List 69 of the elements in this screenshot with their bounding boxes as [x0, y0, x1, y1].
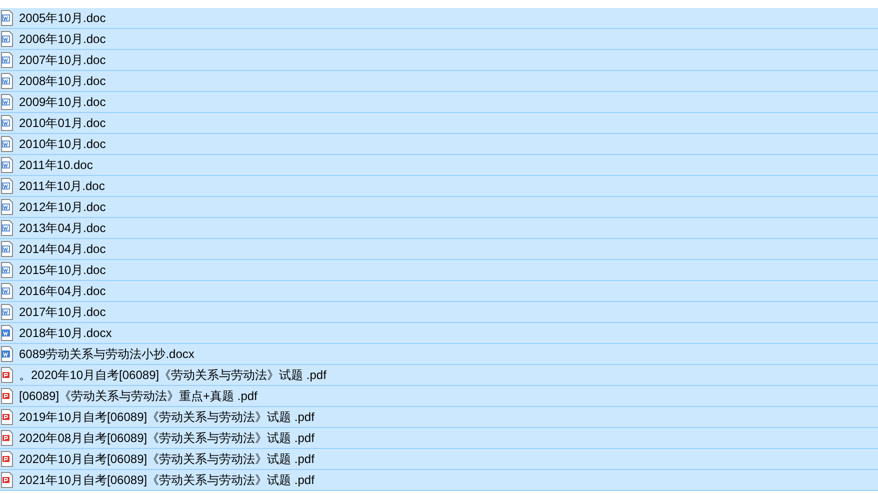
- pdf-document-icon: [1, 472, 13, 488]
- file-row[interactable]: 2011年10.doc: [0, 155, 878, 176]
- word-document-icon: [1, 199, 13, 215]
- file-name: 2020年08月自考[06089]《劳动关系与劳动法》试题 .pdf: [19, 430, 314, 446]
- file-name: 2010年01月.doc: [19, 114, 106, 132]
- file-name: 2021年10月自考[06089]《劳动关系与劳动法》试题 .pdf: [19, 472, 314, 488]
- word-document-icon: [1, 136, 13, 152]
- file-name: 2008年10月.doc: [19, 72, 106, 90]
- file-row[interactable]: 2010年10月.doc: [0, 134, 878, 155]
- word-document-icon: [1, 94, 13, 110]
- file-name: 2018年10月.docx: [19, 324, 112, 342]
- file-name: 2010年10月.doc: [19, 136, 106, 152]
- pdf-document-icon: [1, 409, 13, 425]
- file-row[interactable]: 2014年04月.doc: [0, 239, 878, 260]
- word-document-icon: [1, 220, 13, 236]
- word-document-icon: [1, 241, 13, 257]
- word-document-icon: [1, 346, 13, 362]
- word-document-icon: [1, 73, 13, 89]
- file-name: 2012年10月.doc: [19, 198, 106, 216]
- file-name: [06089]《劳动关系与劳动法》重点+真题 .pdf: [19, 388, 258, 404]
- word-document-icon: [1, 325, 13, 341]
- file-name: 2011年10.doc: [19, 156, 93, 174]
- file-name: 2019年10月自考[06089]《劳动关系与劳动法》试题 .pdf: [19, 408, 314, 426]
- file-row[interactable]: 2018年10月.docx: [0, 323, 878, 344]
- file-name: 2017年10月.doc: [19, 304, 106, 320]
- file-row[interactable]: 2007年10月.doc: [0, 50, 878, 71]
- pdf-document-icon: [1, 451, 13, 467]
- file-row[interactable]: 2005年10月.doc: [0, 8, 878, 29]
- word-document-icon: [1, 10, 13, 26]
- file-row[interactable]: 2011年10月.doc: [0, 176, 878, 197]
- file-row[interactable]: 2016年04月.doc: [0, 281, 878, 302]
- file-row[interactable]: 2006年10月.doc: [0, 29, 878, 50]
- file-row[interactable]: 6089劳动关系与劳动法小抄.docx: [0, 344, 878, 365]
- word-document-icon: [1, 115, 13, 131]
- file-row[interactable]: 2012年10月.doc: [0, 197, 878, 218]
- file-name: 2007年10月.doc: [19, 52, 106, 68]
- file-name: 2013年04月.doc: [19, 220, 106, 236]
- word-document-icon: [1, 52, 13, 68]
- file-name: 2016年04月.doc: [19, 282, 106, 300]
- word-document-icon: [1, 157, 13, 173]
- file-row[interactable]: [06089]《劳动关系与劳动法》重点+真题 .pdf: [0, 386, 878, 407]
- file-name: 2005年10月.doc: [19, 10, 106, 26]
- file-row[interactable]: 2020年10月自考[06089]《劳动关系与劳动法》试题 .pdf: [0, 449, 878, 470]
- file-row[interactable]: 2009年10月.doc: [0, 92, 878, 113]
- file-row[interactable]: 2008年10月.doc: [0, 71, 878, 92]
- word-document-icon: [1, 31, 13, 47]
- file-row[interactable]: 2010年01月.doc: [0, 113, 878, 134]
- file-row[interactable]: 2017年10月.doc: [0, 302, 878, 323]
- word-document-icon: [1, 262, 13, 278]
- file-name: 2014年04月.doc: [19, 240, 106, 258]
- pdf-document-icon: [1, 388, 13, 404]
- file-name: 2011年10月.doc: [19, 178, 105, 194]
- file-row[interactable]: 2015年10月.doc: [0, 260, 878, 281]
- word-document-icon: [1, 304, 13, 320]
- file-row[interactable]: 2019年10月自考[06089]《劳动关系与劳动法》试题 .pdf: [0, 407, 878, 428]
- file-row[interactable]: 2020年08月自考[06089]《劳动关系与劳动法》试题 .pdf: [0, 428, 878, 449]
- file-name: 。2020年10月自考[06089]《劳动关系与劳动法》试题 .pdf: [19, 366, 326, 384]
- file-name: 6089劳动关系与劳动法小抄.docx: [19, 346, 194, 362]
- file-name: 2009年10月.doc: [19, 94, 106, 110]
- file-name: 2006年10月.doc: [19, 30, 106, 48]
- file-row[interactable]: 。2020年10月自考[06089]《劳动关系与劳动法》试题 .pdf: [0, 365, 878, 386]
- file-name: 2015年10月.doc: [19, 262, 106, 278]
- word-document-icon: [1, 178, 13, 194]
- pdf-document-icon: [1, 367, 13, 383]
- file-name: 2020年10月自考[06089]《劳动关系与劳动法》试题 .pdf: [19, 450, 314, 468]
- word-document-icon: [1, 283, 13, 299]
- file-row[interactable]: 2021年10月自考[06089]《劳动关系与劳动法》试题 .pdf: [0, 470, 878, 491]
- pdf-document-icon: [1, 430, 13, 446]
- file-row[interactable]: 2013年04月.doc: [0, 218, 878, 239]
